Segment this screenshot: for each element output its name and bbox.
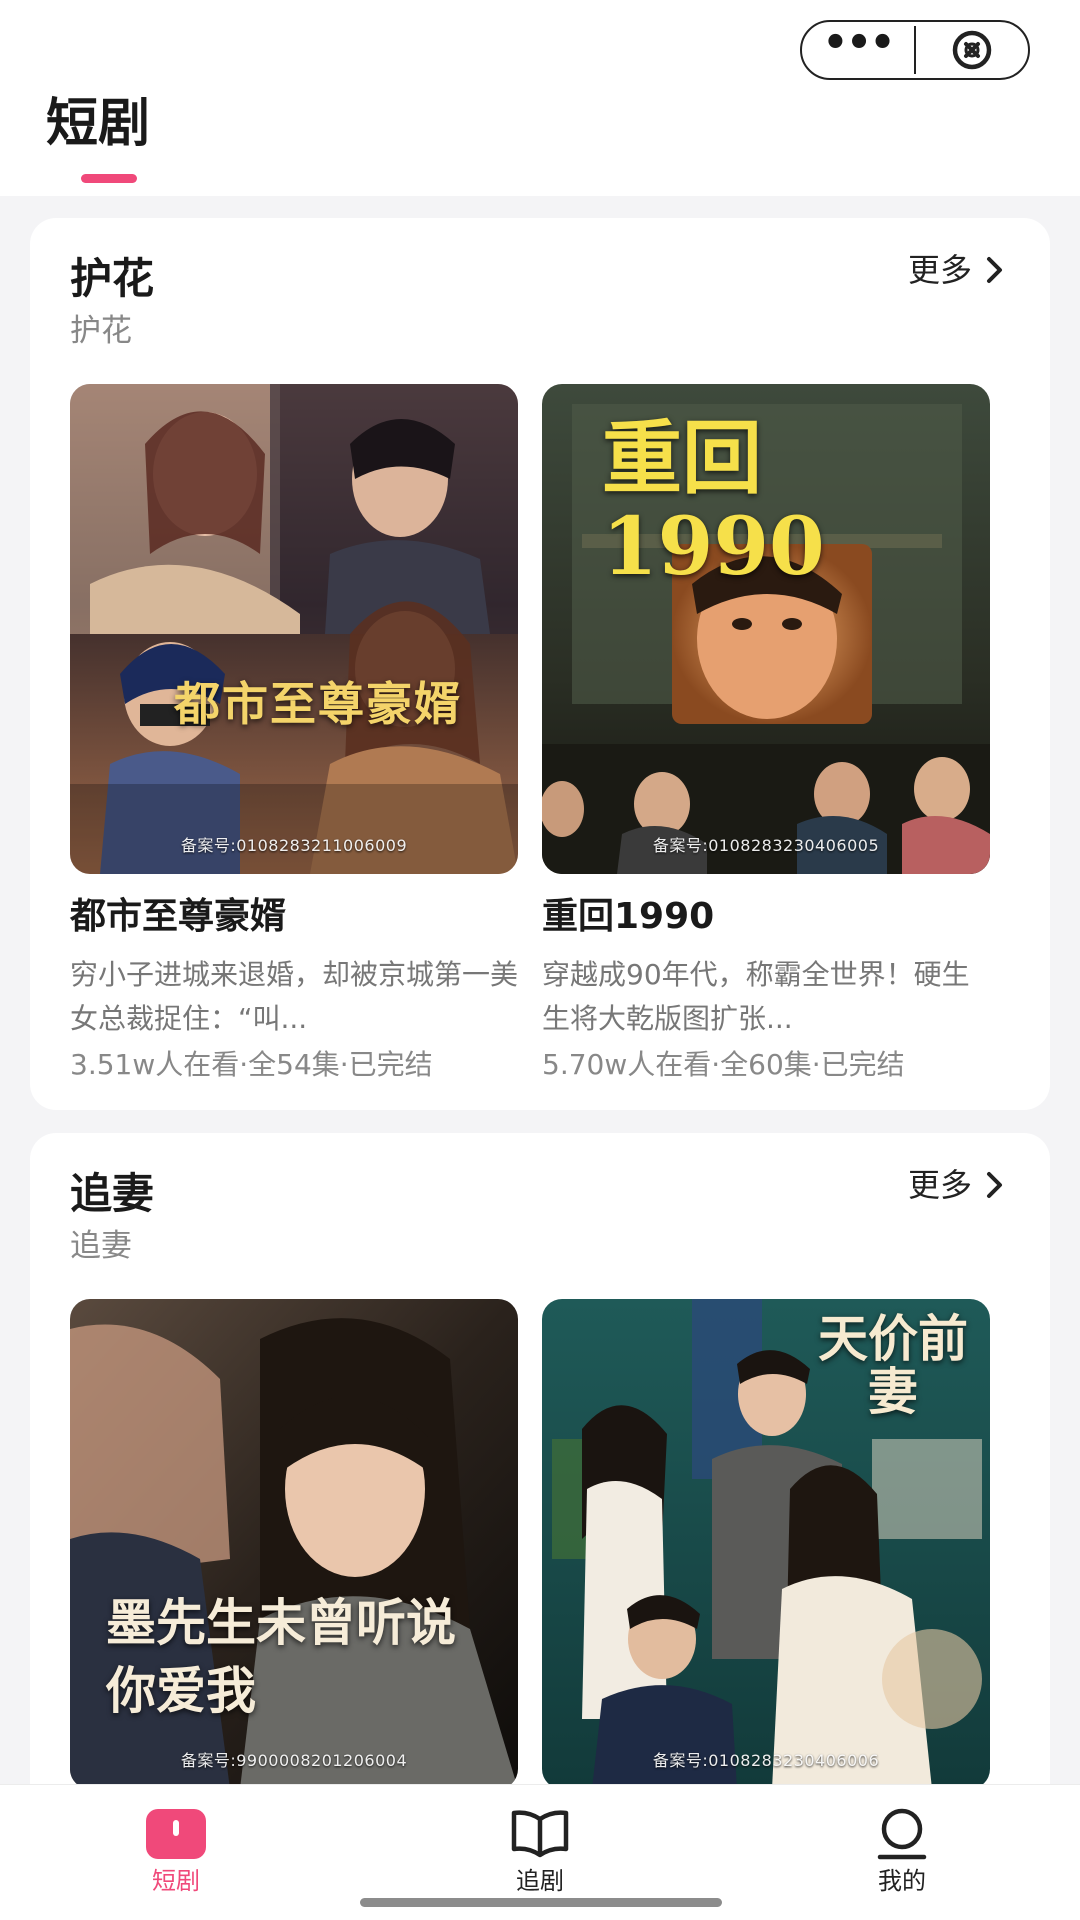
registration-number: 备案号:0108283230406006 [652, 1751, 880, 1770]
more-link[interactable]: 更多 [908, 1169, 1006, 1201]
book-icon [511, 1810, 569, 1858]
more-label: 更多 [907, 251, 972, 289]
tab-label: 短剧 [152, 1867, 200, 1895]
registration-number: 备案号:0108283211006009 [180, 836, 408, 855]
drama-description: 穷小子进城来退婚，却被京城第一美女总裁捉住：“叫... [70, 958, 518, 1036]
tab-label: 追剧 [516, 1867, 564, 1895]
more-dots-icon: ••• [822, 20, 896, 66]
drama-title: 重回1990 [542, 896, 715, 937]
shorts-icon [146, 1809, 206, 1859]
registration-number: 备案号:0108283230406005 [652, 836, 880, 855]
poster-title: 墨先生未曾听说你爱我 [106, 1593, 456, 1720]
drama-meta: 3.51w人在看·全54集·已完结 [70, 1048, 433, 1082]
section-title: 护花 [70, 254, 155, 303]
drama-card[interactable]: 墨先生未曾听说你爱我 备案号:9900008201206004 [70, 1299, 518, 1789]
more-label: 更多 [907, 1166, 972, 1204]
section-subtitle: 护花 [70, 313, 132, 349]
drama-poster[interactable]: 都市至尊豪婿 备案号:0108283211006009 [70, 384, 518, 874]
close-button[interactable] [916, 22, 1028, 78]
section-card-huhua: 护花 护花 更多 都市至尊豪婿 备案号:0108283211006009 都市至… [30, 218, 1050, 1110]
close-circle-icon [952, 30, 992, 70]
page-title: 短剧 [46, 94, 151, 154]
chevron-right-icon [987, 1172, 1002, 1198]
poster-image [70, 384, 518, 874]
profile-icon [877, 1808, 927, 1860]
drama-card[interactable]: 重回1990 备案号:0108283230406005 重回1990 穿越成90… [542, 384, 990, 1087]
tab-label: 我的 [878, 1867, 926, 1895]
tab-mine[interactable]: 我的 [832, 1807, 972, 1893]
drama-description: 穿越成90年代，称霸全世界！硬生生将大乾版图扩张... [542, 958, 970, 1036]
drama-poster[interactable]: 墨先生未曾听说你爱我 备案号:9900008201206004 [70, 1299, 518, 1789]
drama-poster[interactable]: 天价前妻 备案号:0108283230406006 [542, 1299, 990, 1789]
tab-follow[interactable]: 追剧 [470, 1807, 610, 1893]
tab-shorts[interactable]: 短剧 [106, 1807, 246, 1893]
title-active-indicator [81, 174, 137, 183]
drama-title: 都市至尊豪婿 [70, 896, 287, 937]
mini-program-capsule: ••• [800, 20, 1030, 80]
poster-title: 都市至尊豪婿 [174, 677, 462, 731]
chevron-right-icon [987, 257, 1002, 283]
poster-title: 天价前妻 [818, 1309, 968, 1421]
drama-card[interactable]: 都市至尊豪婿 备案号:0108283211006009 都市至尊豪婿 穷小子进城… [70, 384, 518, 1087]
more-button[interactable]: ••• [802, 22, 914, 78]
home-indicator[interactable] [360, 1898, 722, 1907]
registration-number: 备案号:9900008201206004 [180, 1751, 408, 1770]
poster-title: 重回1990 [602, 411, 825, 593]
drama-card[interactable]: 天价前妻 备案号:0108283230406006 [542, 1299, 990, 1789]
top-header: ••• 短剧 [0, 0, 1080, 196]
section-title: 追妻 [70, 1169, 155, 1218]
drama-poster[interactable]: 重回1990 备案号:0108283230406005 [542, 384, 990, 874]
section-subtitle: 追妻 [70, 1228, 132, 1264]
drama-meta: 5.70w人在看·全60集·已完结 [542, 1048, 905, 1082]
more-link[interactable]: 更多 [908, 254, 1006, 286]
